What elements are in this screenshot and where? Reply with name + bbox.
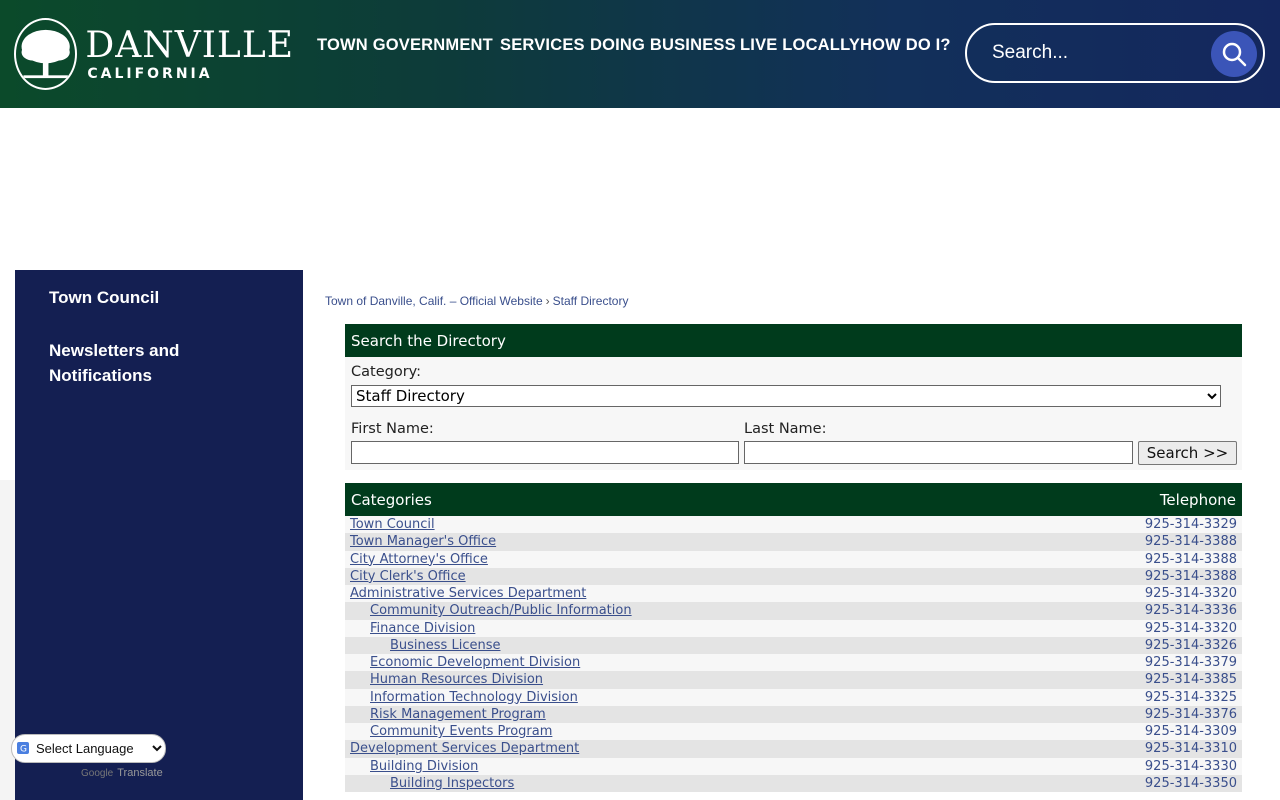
telephone-number[interactable]: 925-314-3310	[1145, 741, 1237, 756]
telephone-number[interactable]: 925-314-3379	[1145, 655, 1237, 670]
table-row: Risk Management Program 925-314-3376	[345, 705, 1242, 723]
telephone-number[interactable]: 925-314-3385	[1145, 672, 1237, 687]
table-row: Community Outreach/Public Information 925…	[345, 602, 1242, 620]
breadcrumb-home[interactable]: Town of Danville, Calif. – Official Webs…	[325, 294, 543, 308]
nav-live-locally[interactable]: LIVE LOCALLY	[740, 36, 860, 55]
telephone-number[interactable]: 925-314-3388	[1145, 552, 1237, 567]
category-link[interactable]: Administrative Services Department	[350, 586, 586, 601]
telephone-number[interactable]: 925-314-3388	[1145, 569, 1237, 584]
category-link[interactable]: Building Inspectors	[390, 776, 514, 791]
first-name-input[interactable]	[351, 441, 739, 464]
category-link[interactable]: Human Resources Division	[370, 672, 543, 687]
translate-widget: Select Language G Google Translate	[11, 734, 166, 779]
nav-doing-business[interactable]: DOING BUSINESS	[590, 36, 736, 55]
table-row: Community Events Program 925-314-3309	[345, 723, 1242, 741]
categories-panel: Categories Telephone Town Council 925-314…	[345, 483, 1242, 792]
logo-title: DANVILLE	[85, 25, 294, 66]
breadcrumb: Town of Danville, Calif. – Official Webs…	[325, 294, 628, 308]
category-link[interactable]: Building Division	[370, 759, 478, 774]
translate-link: Translate	[117, 767, 163, 779]
table-row: Town Council 925-314-3329	[345, 516, 1242, 534]
table-row: Finance Division 925-314-3320	[345, 619, 1242, 637]
search-icon	[1222, 42, 1247, 67]
table-row: Building Division 925-314-3330	[345, 757, 1242, 775]
categories-header-label: Categories	[351, 490, 432, 509]
google-translate-icon: G	[17, 742, 29, 754]
category-link[interactable]: Town Council	[350, 517, 435, 532]
telephone-header-label: Telephone	[1159, 490, 1236, 509]
svg-text:G: G	[20, 745, 27, 755]
site-logo[interactable]: DANVILLE CALIFORNIA	[14, 18, 294, 90]
category-link[interactable]: City Attorney's Office	[350, 552, 488, 567]
table-row: Building Inspectors 925-314-3350	[345, 774, 1242, 792]
table-row: Human Resources Division 925-314-3385	[345, 671, 1242, 689]
telephone-number[interactable]: 925-314-3320	[1145, 621, 1237, 636]
category-link[interactable]: City Clerk's Office	[350, 569, 466, 584]
category-link[interactable]: Business License	[390, 638, 500, 653]
category-link[interactable]: Community Outreach/Public Information	[370, 603, 632, 618]
table-row: City Clerk's Office 925-314-3388	[345, 567, 1242, 585]
category-link[interactable]: Town Manager's Office	[350, 534, 496, 549]
telephone-number[interactable]: 925-314-3326	[1145, 638, 1237, 653]
breadcrumb-current[interactable]: Staff Directory	[553, 294, 629, 308]
nav-town-government[interactable]: TOWN GOVERNMENT	[317, 36, 493, 55]
category-link[interactable]: Information Technology Division	[370, 690, 578, 705]
table-row: City Attorney's Office 925-314-3388	[345, 550, 1242, 568]
language-select[interactable]: Select Language	[11, 734, 166, 763]
directory-search-title: Search the Directory	[351, 331, 506, 350]
nav-how-do-i[interactable]: HOW DO I?	[860, 36, 951, 55]
last-name-label: Last Name:	[744, 421, 827, 437]
nav-services[interactable]: SERVICES	[500, 36, 585, 55]
categories-list: Town Council 925-314-3329 Town Manager's O…	[345, 516, 1242, 792]
google-brand: Google	[81, 768, 114, 779]
table-row: Development Services Department 925-314-3…	[345, 740, 1242, 758]
category-link[interactable]: Community Events Program	[370, 724, 552, 739]
telephone-number[interactable]: 925-314-3330	[1145, 759, 1237, 774]
directory-search-panel: Search the Directory Category: Staff Dir…	[345, 324, 1242, 470]
telephone-number[interactable]: 925-314-3376	[1145, 707, 1237, 722]
category-link[interactable]: Risk Management Program	[370, 707, 546, 722]
categories-header: Categories Telephone	[345, 483, 1242, 516]
site-header: DANVILLE CALIFORNIA TOWN GOVERNMENT SERV…	[0, 0, 1280, 108]
table-row: Administrative Services Department 925-31…	[345, 585, 1242, 603]
table-row: Economic Development Division 925-314-337…	[345, 654, 1242, 672]
telephone-number[interactable]: 925-314-3350	[1145, 776, 1237, 791]
sidebar-item-newsletters[interactable]: Newsletters and Notifications	[49, 338, 279, 388]
logo-subtitle: CALIFORNIA	[87, 66, 213, 82]
main-content: Town of Danville, Calif. – Official Webs…	[303, 270, 1280, 800]
telephone-number[interactable]: 925-314-3388	[1145, 534, 1237, 549]
telephone-number[interactable]: 925-314-3336	[1145, 603, 1237, 618]
sidebar-item-town-council[interactable]: Town Council	[49, 285, 279, 310]
telephone-number[interactable]: 925-314-3329	[1145, 517, 1237, 532]
table-row: Business License 925-314-3326	[345, 636, 1242, 654]
table-row: Information Technology Division 925-314-3…	[345, 688, 1242, 706]
sidebar: Town Council Newsletters and Notificatio…	[15, 270, 303, 800]
telephone-number[interactable]: 925-314-3309	[1145, 724, 1237, 739]
tree-icon	[14, 18, 78, 90]
breadcrumb-separator: ›	[545, 294, 550, 308]
category-link[interactable]: Finance Division	[370, 621, 475, 636]
powered-by-google[interactable]: Google Translate	[81, 767, 163, 779]
category-link[interactable]: Development Services Department	[350, 741, 579, 756]
first-name-label: First Name:	[351, 421, 434, 437]
telephone-number[interactable]: 925-314-3325	[1145, 690, 1237, 705]
site-search-input[interactable]	[992, 42, 1202, 64]
category-label: Category:	[351, 364, 422, 380]
site-search	[965, 23, 1265, 83]
last-name-input[interactable]	[744, 441, 1133, 464]
directory-search-button[interactable]: Search >>	[1138, 441, 1237, 465]
category-select[interactable]: Staff Directory	[351, 385, 1221, 407]
directory-search-header: Search the Directory	[345, 324, 1242, 357]
site-search-button[interactable]	[1211, 31, 1257, 77]
telephone-number[interactable]: 925-314-3320	[1145, 586, 1237, 601]
table-row: Town Manager's Office 925-314-3388	[345, 533, 1242, 551]
category-link[interactable]: Economic Development Division	[370, 655, 580, 670]
